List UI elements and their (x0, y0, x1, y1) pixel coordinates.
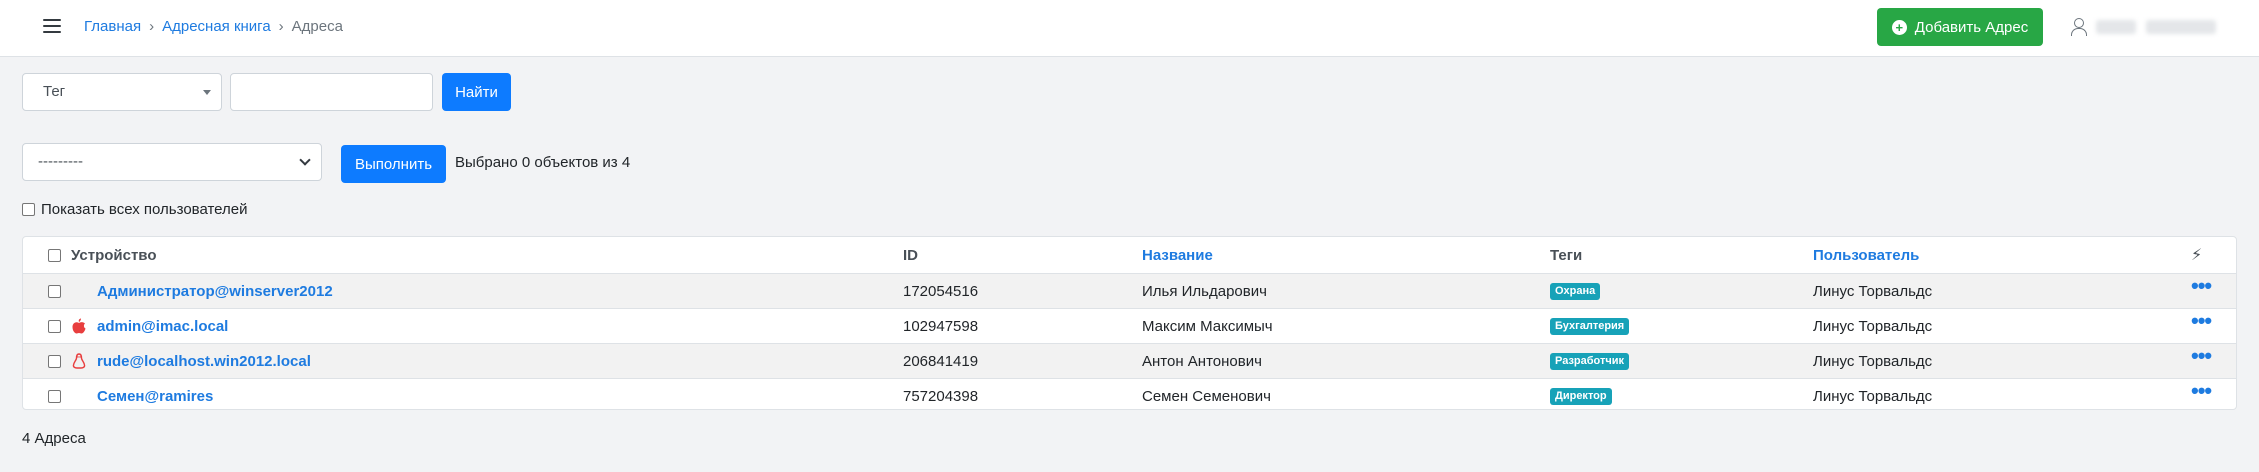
device-name: rude@localhost.win2012.local (97, 352, 311, 370)
table-row: Семен@ramires 757204398 Семен Семенович … (23, 378, 2236, 413)
add-address-button[interactable]: + Добавить Адрес (1877, 8, 2043, 46)
windows-icon (71, 388, 87, 404)
user-cell: Линус Торвальдс (1813, 282, 1933, 300)
menu-icon[interactable] (43, 19, 61, 35)
table-header-row: Устройство ID Название Теги Пользователь… (23, 237, 2236, 273)
redacted-username (2096, 20, 2136, 34)
name-cell: Илья Ильдарович (1142, 282, 1267, 300)
plus-circle-icon: + (1891, 19, 1907, 35)
column-header-id: ID (903, 246, 918, 264)
bulk-action-value: --------- (38, 153, 83, 170)
column-header-tags: Теги (1550, 246, 1583, 264)
breadcrumb-current: Адреса (291, 18, 343, 35)
show-all-users-label: Показать всех пользователей (41, 201, 248, 218)
caret-down-icon (203, 90, 211, 95)
addresses-table: Устройство ID Название Теги Пользователь… (22, 236, 2237, 410)
column-header-device: Устройство (71, 246, 157, 264)
table-row: admin@imac.local 102947598 Максим Максим… (23, 308, 2236, 343)
breadcrumb-separator: › (149, 18, 155, 35)
device-name: admin@imac.local (97, 317, 229, 335)
device-link[interactable]: admin@imac.local (71, 318, 228, 335)
name-cell: Максим Максимыч (1142, 317, 1273, 335)
bulk-action-select[interactable]: --------- (22, 143, 322, 181)
show-all-users-checkbox[interactable] (22, 203, 35, 216)
row-checkbox[interactable] (48, 354, 61, 368)
breadcrumb-separator: › (278, 18, 284, 35)
tag-filter-select[interactable]: Тег (22, 73, 222, 111)
user-cell: Линус Торвальдс (1813, 317, 1933, 335)
id-cell: 206841419 (903, 352, 979, 370)
device-name: Администратор@winserver2012 (97, 282, 333, 300)
tag-badge: Разработчик (1550, 352, 1630, 370)
id-cell: 757204398 (903, 387, 979, 405)
device-name: Семен@ramires (97, 387, 214, 405)
id-cell: 172054516 (903, 282, 979, 300)
more-actions-icon[interactable]: ••• (2191, 380, 2212, 402)
device-link[interactable]: Администратор@winserver2012 (71, 283, 333, 300)
breadcrumb: Главная › Адресная книга › Адреса (84, 18, 343, 35)
device-link[interactable]: rude@localhost.win2012.local (71, 353, 311, 370)
table-row: Администратор@winserver2012 172054516 Ил… (23, 273, 2236, 308)
more-actions-icon[interactable]: ••• (2191, 345, 2212, 367)
execute-button[interactable]: Выполнить (341, 145, 446, 183)
row-checkbox[interactable] (48, 319, 61, 333)
user-cell: Линус Торвальдс (1813, 387, 1933, 405)
search-input[interactable] (230, 73, 433, 111)
more-actions-icon[interactable]: ••• (2191, 310, 2212, 332)
find-button[interactable]: Найти (442, 73, 511, 111)
name-cell: Антон Антонович (1142, 352, 1262, 370)
user-cell: Линус Торвальдс (1813, 352, 1933, 370)
device-link[interactable]: Семен@ramires (71, 388, 213, 405)
more-actions-icon[interactable]: ••• (2191, 275, 2212, 297)
chevron-down-icon (299, 154, 311, 166)
breadcrumb-home[interactable]: Главная (84, 18, 141, 35)
table-row: rude@localhost.win2012.local 206841419 А… (23, 343, 2236, 378)
windows-icon (71, 283, 87, 299)
selected-count-text: Выбрано 0 объектов из 4 (455, 154, 631, 171)
row-checkbox[interactable] (48, 284, 61, 298)
tag-filter-value: Тег (43, 83, 66, 100)
show-all-users-toggle[interactable]: Показать всех пользователей (22, 201, 248, 218)
user-icon (2070, 18, 2087, 36)
id-cell: 102947598 (903, 317, 979, 335)
breadcrumb-address-book[interactable]: Адресная книга (162, 18, 271, 35)
apple-icon (71, 318, 87, 334)
add-address-label: Добавить Адрес (1914, 18, 2029, 36)
tag-badge: Бухгалтерия (1550, 317, 1630, 335)
tag-badge: Охрана (1550, 282, 1601, 300)
tag-badge: Директор (1550, 387, 1612, 405)
linux-icon (71, 353, 87, 369)
select-all-checkbox[interactable] (48, 248, 61, 262)
column-header-user[interactable]: Пользователь (1813, 237, 1919, 273)
name-cell: Семен Семенович (1142, 387, 1271, 405)
user-menu[interactable] (2070, 18, 2216, 36)
row-checkbox[interactable] (48, 389, 61, 403)
column-header-name[interactable]: Название (1142, 237, 1213, 273)
redacted-username (2146, 20, 2216, 34)
result-count: 4 Адреса (22, 430, 86, 447)
top-header: Главная › Адресная книга › Адреса + Доба… (0, 0, 2259, 57)
lightning-icon: ⚡ (2191, 247, 2203, 264)
